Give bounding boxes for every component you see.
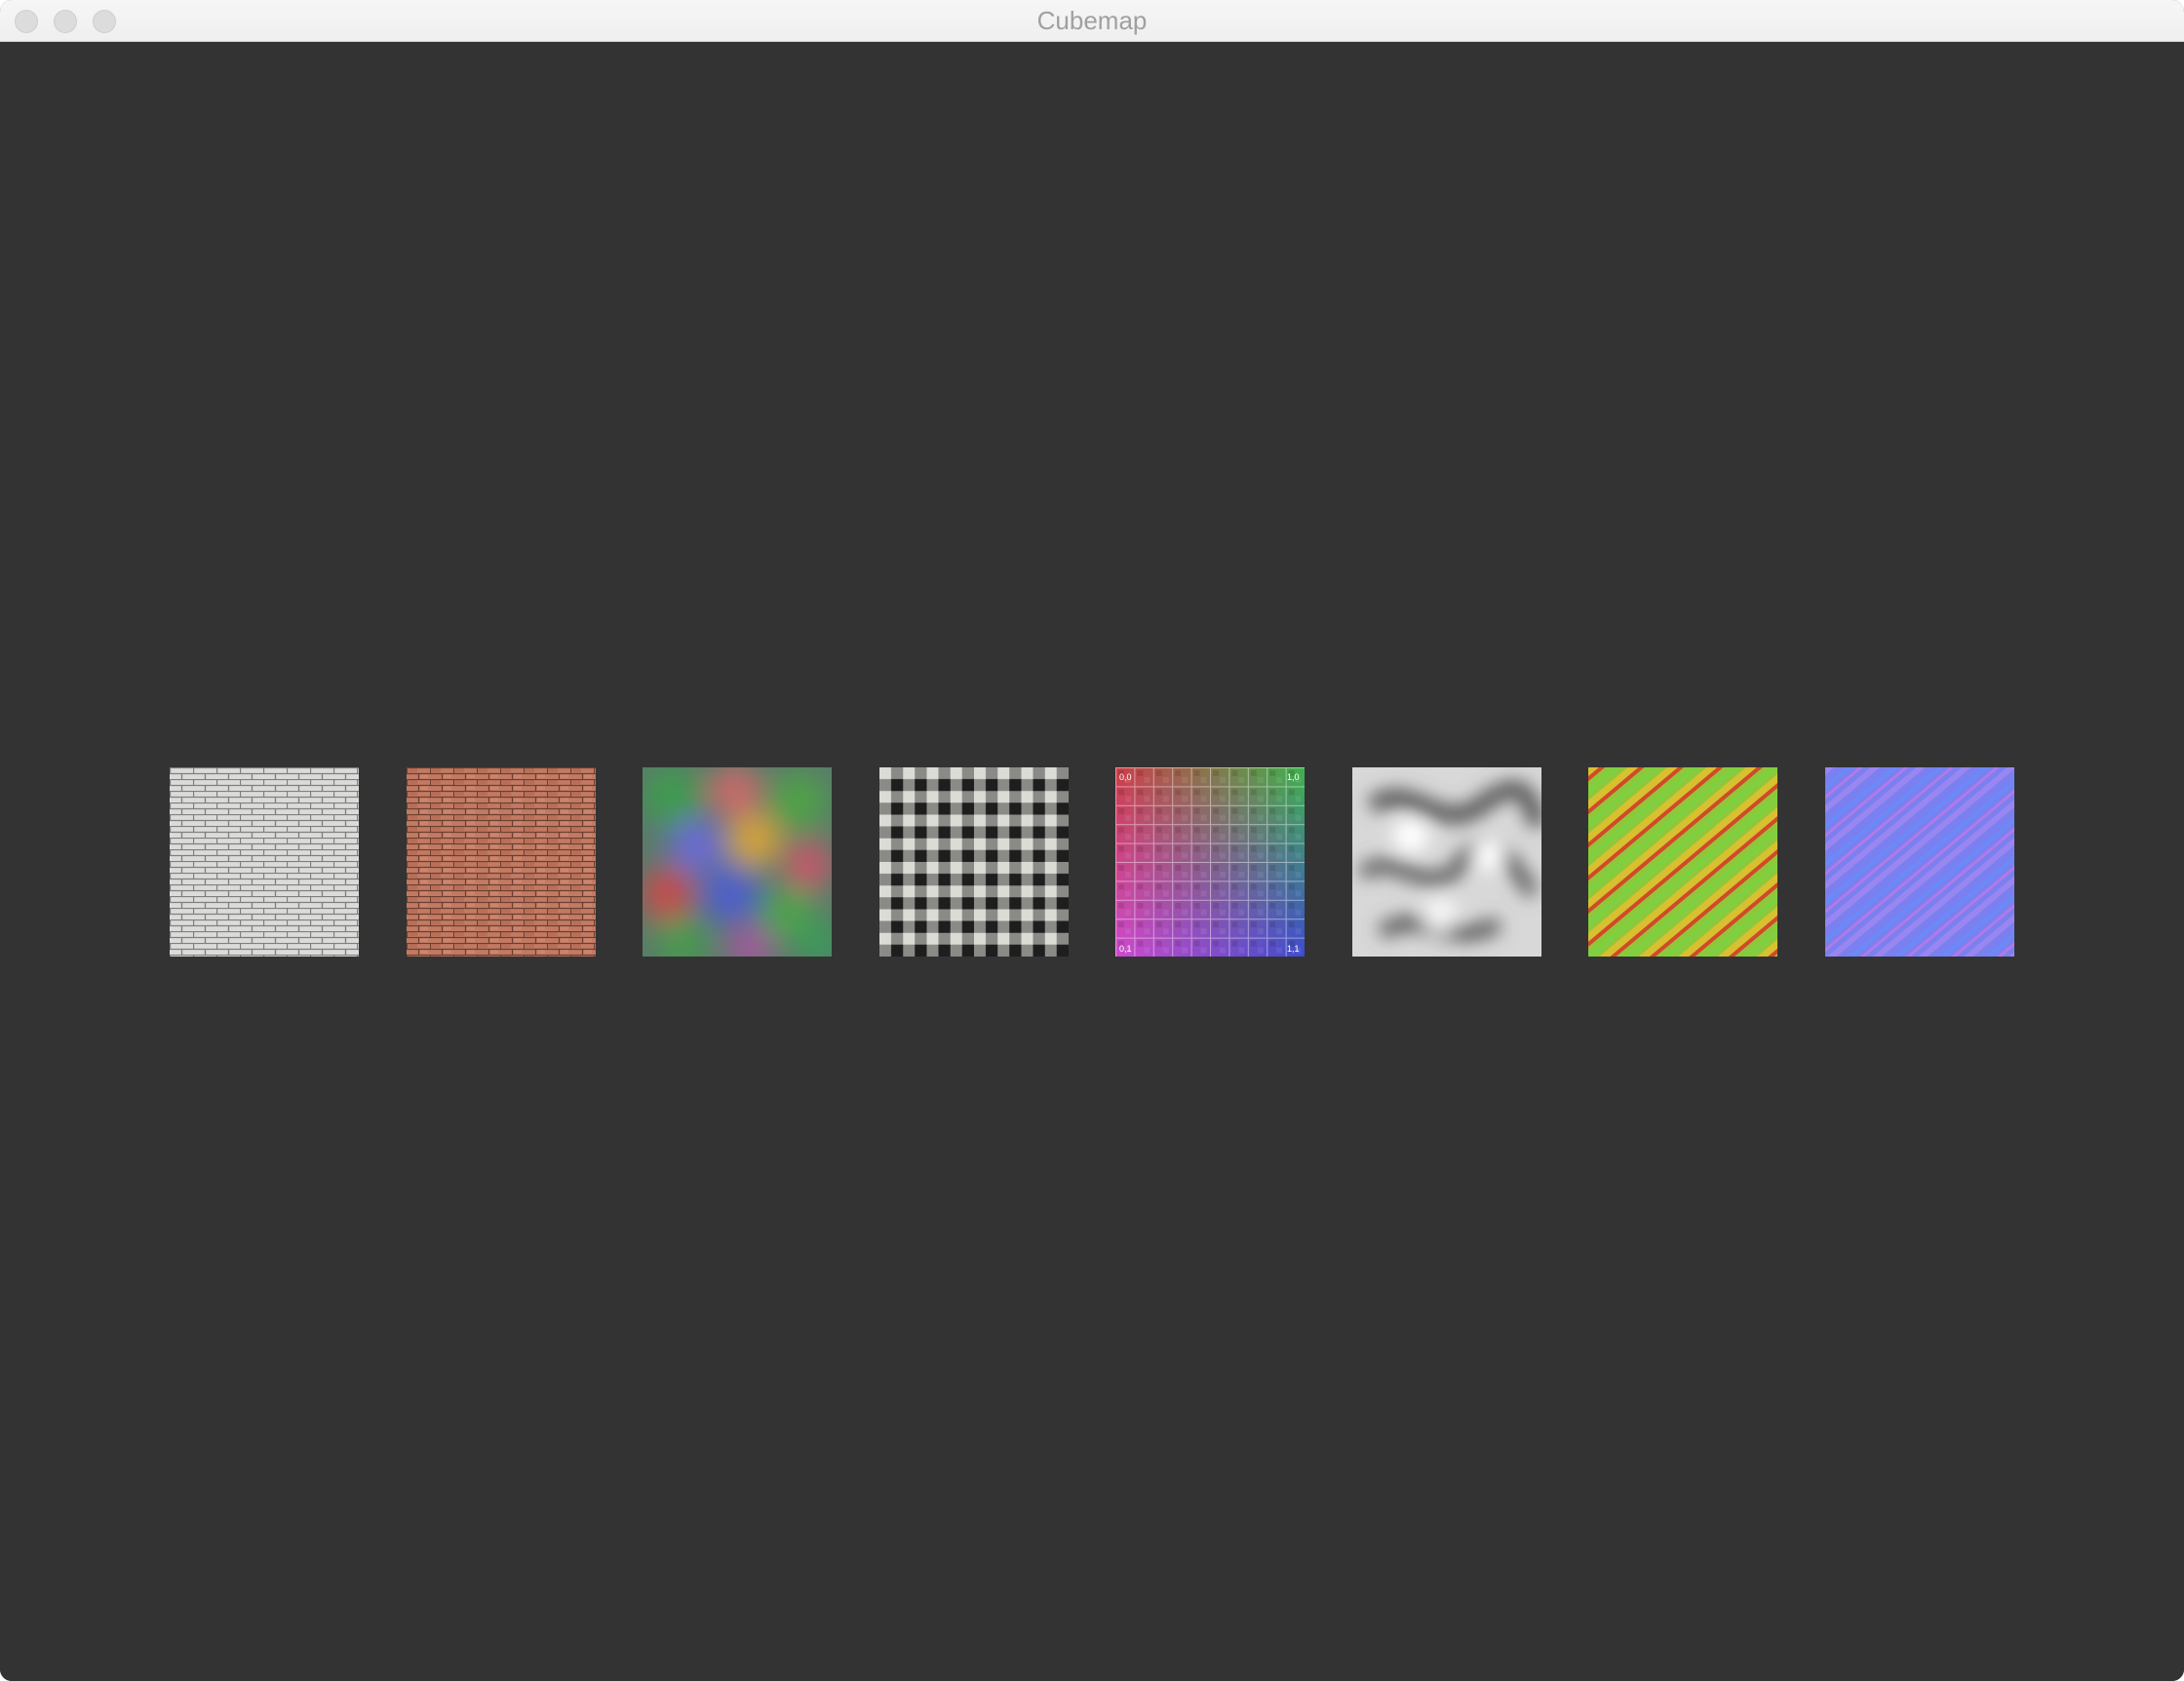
normal-map-texture-icon — [1825, 767, 2014, 957]
white-brick-texture-icon — [170, 767, 359, 957]
uv-grid-texture-icon: 0,0 1,0 0,1 1,1 — [1115, 767, 1305, 957]
uv-label-top-right: 1,0 — [1287, 772, 1300, 782]
uv-label-bottom-right: 1,1 — [1287, 944, 1300, 954]
texture-tile-uv-grid: 0,0 1,0 0,1 1,1 — [1115, 767, 1305, 957]
title-bar[interactable]: Cubemap — [0, 0, 2184, 42]
texture-tile-heightmap — [1588, 767, 1777, 957]
cloud-noise-texture-icon — [1352, 767, 1541, 957]
checker-fabric-texture-icon — [879, 767, 1069, 957]
red-brick-texture-icon — [407, 767, 596, 957]
texture-tile-checker-fabric — [879, 767, 1069, 957]
texture-tile-red-brick — [407, 767, 596, 957]
texture-tile-color-noise — [643, 767, 832, 957]
color-noise-texture-icon — [643, 767, 832, 957]
texture-tile-normal-map — [1825, 767, 2014, 957]
uv-label-top-left: 0,0 — [1119, 772, 1132, 782]
uv-label-bottom-left: 0,1 — [1119, 944, 1132, 954]
texture-tile-cloud-noise — [1352, 767, 1541, 957]
window-title: Cubemap — [1036, 6, 1148, 35]
render-viewport[interactable]: 0,0 1,0 0,1 1,1 — [0, 42, 2184, 1681]
heightmap-texture-icon — [1588, 767, 1777, 957]
texture-tile-white-brick — [170, 767, 359, 957]
app-window: Cubemap 0,0 1,0 0,1 1,1 — [0, 0, 2184, 1681]
